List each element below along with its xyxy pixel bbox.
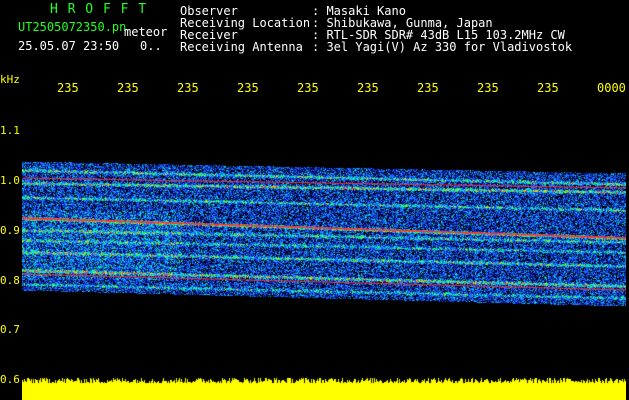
spectrogram-canvas [22, 100, 626, 400]
time-tick: 235 [177, 81, 199, 95]
axis-unit-label: kHz [0, 73, 20, 86]
event-count: 0.. [140, 39, 162, 53]
antenna-value: : 3el Yagi(V) Az 330 for Vladivostok [312, 40, 573, 54]
freq-tick: 1.1 [0, 124, 20, 137]
time-tick: 235 [237, 81, 259, 95]
datetime: 25.05.07 23:50 [18, 39, 120, 53]
time-tick: 235 [357, 81, 379, 95]
time-tick: 235 [537, 81, 559, 95]
time-tick: 0000 [597, 81, 626, 95]
freq-tick: 0.6 [0, 373, 20, 386]
freq-tick: 0.8 [0, 274, 20, 287]
antenna-label: Receiving Antenna [180, 40, 303, 54]
time-tick: 235 [477, 81, 499, 95]
type-label: meteor [124, 25, 168, 39]
time-tick: 235 [117, 81, 139, 95]
time-tick: 235 [417, 81, 439, 95]
freq-tick: 0.9 [0, 224, 20, 237]
time-tick: 235 [297, 81, 319, 95]
file-name: UT2505072350.pn [18, 20, 127, 34]
freq-tick: 1.0 [0, 174, 20, 187]
freq-tick: 0.7 [0, 323, 20, 336]
time-tick: 235 [57, 81, 79, 95]
app-title: H R O F F T [50, 2, 148, 17]
